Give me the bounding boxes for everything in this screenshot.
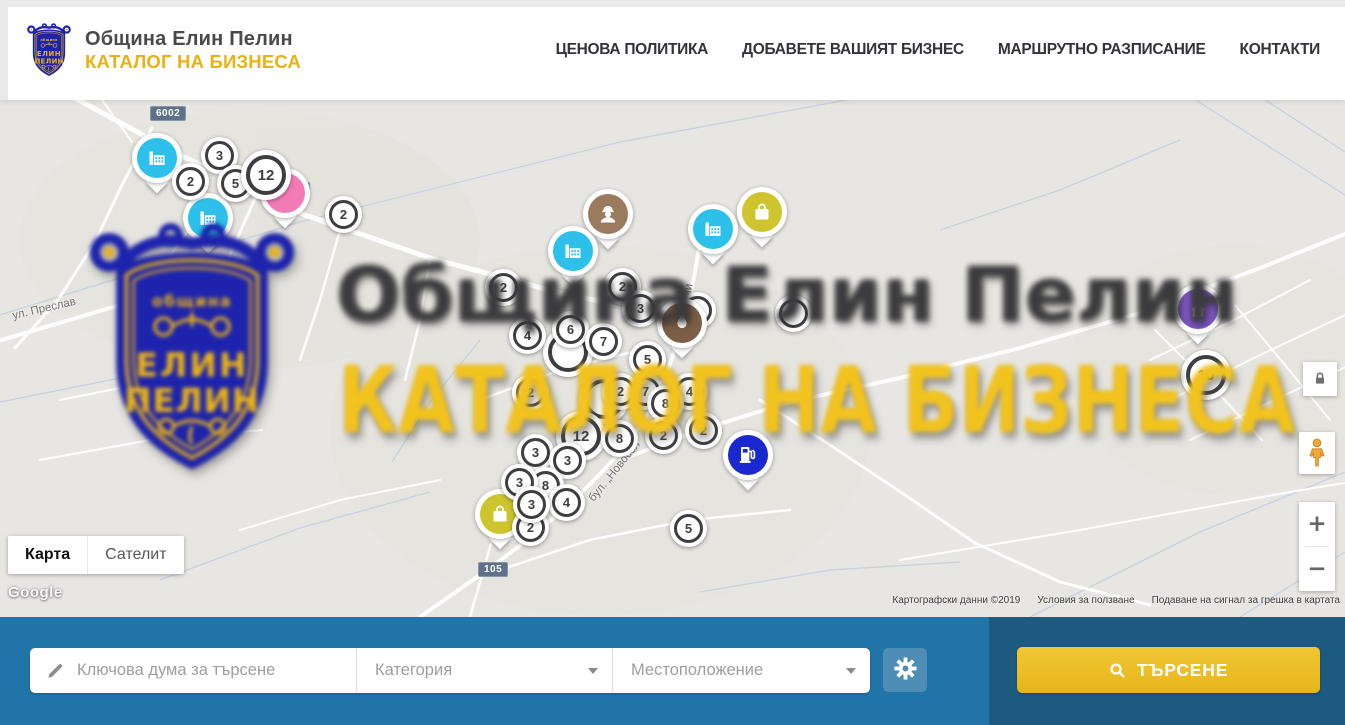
location-select-value: Местоположение bbox=[631, 661, 763, 680]
map-type-satellite-button[interactable]: Сателит bbox=[87, 536, 183, 574]
brand-subtitle: КАТАЛОГ НА БИЗНЕСА bbox=[85, 51, 301, 72]
search-input[interactable] bbox=[75, 660, 356, 681]
attribution-link[interactable]: Условия за ползване bbox=[1037, 595, 1134, 606]
fuel-pin-marker[interactable] bbox=[723, 430, 773, 480]
nav-item-transport-schedule[interactable]: МАРШРУТНО РАЗПИСАНИЕ bbox=[998, 41, 1206, 59]
nav-item-pricing[interactable]: ЦЕНОВА ПОЛИТИКА bbox=[556, 41, 708, 59]
advanced-settings-button[interactable] bbox=[883, 648, 927, 692]
google-logo[interactable]: Google bbox=[8, 584, 63, 601]
factory-pin-marker[interactable] bbox=[688, 204, 738, 254]
main-nav: ЦЕНОВА ПОЛИТИКА ДОБАВЕТЕ ВАШИЯТ БИЗНЕС МАР… bbox=[556, 41, 1320, 59]
bag-icon bbox=[742, 192, 782, 232]
search-button-label: ТЪРСЕНЕ bbox=[1137, 660, 1228, 681]
svg-text:община: община bbox=[40, 38, 57, 42]
lock-icon[interactable] bbox=[1303, 362, 1337, 396]
factory-icon bbox=[553, 231, 593, 271]
page-left-strip bbox=[0, 7, 8, 100]
flame-icon bbox=[662, 303, 702, 343]
factory-pin-marker[interactable] bbox=[548, 226, 598, 276]
map-attribution: Картографски данни ©2019 Условия за ползв… bbox=[892, 595, 1340, 606]
page-top-strip bbox=[0, 0, 1345, 7]
zoom-control: + − bbox=[1299, 502, 1335, 591]
category-select-value: Категория bbox=[375, 661, 452, 680]
flame-pin-marker[interactable] bbox=[657, 298, 707, 348]
map-canvas[interactable]: 60026002105ул. Преславбул. „Новоселции 3… bbox=[0, 100, 1345, 617]
attribution-link[interactable]: Подаване на сигнал за грешка в картата bbox=[1152, 595, 1340, 606]
church-pin-marker[interactable] bbox=[1173, 284, 1223, 334]
municipality-logo-icon: община ЕЛИН ПЕЛИН bbox=[26, 21, 72, 79]
nav-item-contacts[interactable]: КОНТАКТИ bbox=[1240, 41, 1320, 59]
pegman-icon[interactable] bbox=[1299, 432, 1335, 474]
factory-icon bbox=[693, 209, 733, 249]
map-type-map-button[interactable]: Карта bbox=[8, 536, 87, 574]
zoom-out-button[interactable]: − bbox=[1299, 547, 1335, 591]
chevron-down-icon bbox=[846, 668, 856, 674]
nav-item-add-business[interactable]: ДОБАВЕТЕ ВАШИЯТ БИЗНЕС bbox=[742, 41, 964, 59]
svg-text:ПЕЛИН: ПЕЛИН bbox=[35, 57, 64, 66]
brand[interactable]: община ЕЛИН ПЕЛИН Община Елин Пелин КАТА… bbox=[26, 21, 301, 79]
pencil-icon bbox=[46, 661, 65, 680]
search-fields-group: Категория Местоположение bbox=[30, 648, 870, 693]
zoom-in-button[interactable]: + bbox=[1299, 502, 1335, 546]
search-button[interactable]: ТЪРСЕНЕ bbox=[1017, 647, 1320, 693]
header: община ЕЛИН ПЕЛИН Община Елин Пелин КАТА… bbox=[0, 0, 1345, 100]
map-type-control: Карта Сателит bbox=[8, 536, 184, 574]
church-icon bbox=[1178, 289, 1218, 329]
gear-icon bbox=[894, 657, 917, 683]
bag-pin-marker[interactable] bbox=[737, 187, 787, 237]
keyword-field[interactable] bbox=[30, 648, 356, 693]
brand-title: Община Елин Пелин bbox=[85, 28, 301, 51]
fuel-icon bbox=[728, 435, 768, 475]
attribution-text: Картографски данни ©2019 bbox=[892, 595, 1020, 606]
category-select[interactable]: Категория bbox=[356, 648, 612, 693]
chevron-down-icon bbox=[588, 668, 598, 674]
search-bar: Категория Местоположение bbox=[0, 617, 1345, 725]
location-select[interactable]: Местоположение bbox=[612, 648, 870, 693]
search-icon bbox=[1109, 662, 1126, 679]
